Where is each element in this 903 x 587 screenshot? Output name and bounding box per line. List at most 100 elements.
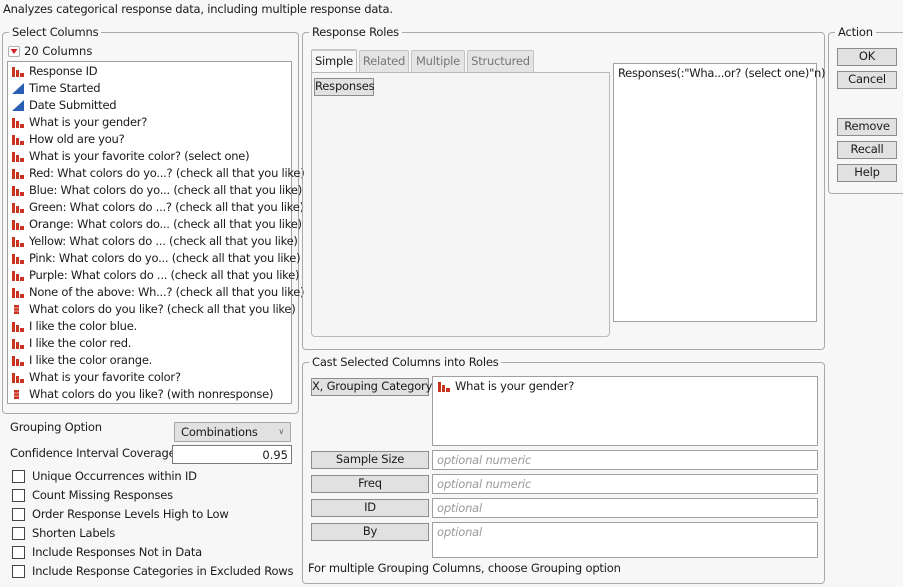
x-grouping-category-role-button[interactable]: X, Grouping Category <box>311 378 432 396</box>
checkbox-label: Count Missing Responses <box>32 488 173 502</box>
role-placeholder: optional <box>437 501 483 515</box>
column-list-item[interactable]: Blue: What colors do yo... (check all th… <box>8 182 302 199</box>
nominal-column-icon <box>11 354 25 367</box>
column-label: Pink: What colors do yo... (check all th… <box>29 251 301 265</box>
column-label: Red: What colors do yo...? (check all th… <box>29 166 305 180</box>
column-list-item[interactable]: Yellow: What colors do ... (check all th… <box>8 233 298 250</box>
response-roles-title: Response Roles <box>309 24 402 40</box>
disclosure-triangle-icon[interactable] <box>8 45 20 57</box>
responses-role-field[interactable]: Responses(:"Wha...or? (select one)"n) <box>613 63 826 322</box>
cancel-button[interactable]: Cancel <box>837 71 897 89</box>
sample-size-role-field[interactable]: optional numeric <box>432 450 818 470</box>
x-grouping-category-role-field[interactable]: What is your gender? <box>432 376 818 446</box>
checkbox-label: Shorten Labels <box>32 526 116 540</box>
column-label: Orange: What colors do... (check all tha… <box>29 217 302 231</box>
role-placeholder: optional numeric <box>437 453 532 467</box>
column-list-item[interactable]: Orange: What colors do... (check all tha… <box>8 216 302 233</box>
column-list[interactable]: Response ID Time Started Date Submitted Wha… <box>7 61 305 404</box>
column-label: How old are you? <box>29 132 125 146</box>
column-list-item[interactable]: What is your favorite color? (select one… <box>8 148 291 165</box>
tab-simple[interactable]: Simple <box>311 49 357 72</box>
column-label: What is your favorite color? <box>29 370 181 384</box>
nominal-column-icon <box>11 337 25 350</box>
responses-role-value: Responses(:"Wha...or? (select one)"n) <box>618 66 826 80</box>
role-placeholder: optional <box>437 525 483 539</box>
dialog-description: Analyzes categorical response data, incl… <box>3 2 393 16</box>
cast-roles-title: Cast Selected Columns into Roles <box>309 354 502 370</box>
column-list-item[interactable]: How old are you? <box>8 131 291 148</box>
multiple-response-column-icon <box>11 388 25 401</box>
option-checkbox-row[interactable]: Unique Occurrences within ID <box>12 468 197 484</box>
grouping-option-label: Grouping Option <box>10 420 102 434</box>
nominal-column-icon <box>11 133 25 146</box>
column-list-item[interactable]: What colors do you like? (check all that… <box>8 301 296 318</box>
tab-structured[interactable]: Structured <box>467 50 534 72</box>
checkbox-label: Unique Occurrences within ID <box>32 469 197 483</box>
column-label: I like the color blue. <box>29 319 137 333</box>
nominal-column-icon <box>11 235 25 248</box>
column-list-item[interactable]: Response ID <box>8 63 291 80</box>
sample-size-role-button[interactable]: Sample Size <box>311 451 429 469</box>
recall-button[interactable]: Recall <box>837 141 897 159</box>
ok-button[interactable]: OK <box>837 48 897 66</box>
column-list-item[interactable]: None of the above: Wh...? (check all tha… <box>8 284 305 301</box>
column-label: None of the above: Wh...? (check all tha… <box>29 285 305 299</box>
column-list-item[interactable]: I like the color blue. <box>8 318 291 335</box>
column-label: Yellow: What colors do ... (check all th… <box>29 234 298 248</box>
ci-coverage-input[interactable] <box>172 445 292 464</box>
nominal-column-icon <box>11 320 25 333</box>
grouping-option-select[interactable]: Combinations ∨ <box>174 422 291 442</box>
id-role-button[interactable]: ID <box>311 499 429 517</box>
select-columns-title: Select Columns <box>9 24 102 40</box>
freq-role-field[interactable]: optional numeric <box>432 474 818 494</box>
remove-button[interactable]: Remove <box>837 118 897 136</box>
nominal-column-icon <box>11 167 25 180</box>
column-list-item[interactable]: Date Submitted <box>8 97 291 114</box>
tab-related[interactable]: Related <box>359 50 409 72</box>
option-checkbox-row[interactable]: Include Response Categories in Excluded … <box>12 563 294 579</box>
checkbox[interactable] <box>12 488 25 502</box>
column-list-item[interactable]: I like the color orange. <box>8 352 291 369</box>
column-list-item[interactable]: What is your gender? <box>8 114 291 131</box>
checkbox[interactable] <box>12 526 25 540</box>
option-checkbox-row[interactable]: Order Response Levels High to Low <box>12 506 229 522</box>
checkbox[interactable] <box>12 469 25 483</box>
column-label: What is your favorite color? (select one… <box>29 149 250 163</box>
by-role-field[interactable]: optional <box>432 522 818 558</box>
option-checkbox-row[interactable]: Count Missing Responses <box>12 487 173 503</box>
responses-button[interactable]: Responses <box>314 78 375 96</box>
nominal-column-icon <box>11 371 25 384</box>
checkbox[interactable] <box>12 507 25 521</box>
nominal-column-icon <box>11 286 25 299</box>
column-list-item[interactable]: Purple: What colors do ... (check all th… <box>8 267 299 284</box>
column-label: What is your gender? <box>29 115 148 129</box>
checkbox-label: Order Response Levels High to Low <box>32 507 229 521</box>
column-list-item[interactable]: Time Started <box>8 80 291 97</box>
tab-multiple[interactable]: Multiple <box>411 50 465 72</box>
nominal-column-icon <box>11 116 25 129</box>
checkbox[interactable] <box>12 545 25 559</box>
nominal-column-icon <box>11 252 25 265</box>
help-button[interactable]: Help <box>837 164 897 182</box>
column-list-item[interactable]: What is your favorite color? <box>8 369 291 386</box>
by-role-button[interactable]: By <box>311 523 429 541</box>
column-label: Date Submitted <box>29 98 117 112</box>
column-list-item[interactable]: Green: What colors do ...? (check all th… <box>8 199 304 216</box>
id-role-field[interactable]: optional <box>432 498 818 518</box>
column-list-item[interactable]: I like the color red. <box>8 335 291 352</box>
column-list-item[interactable]: Pink: What colors do yo... (check all th… <box>8 250 301 267</box>
continuous-column-icon <box>11 99 25 112</box>
nominal-column-icon <box>11 269 25 282</box>
columns-count-label: 20 Columns <box>24 44 93 58</box>
column-list-item[interactable]: Red: What colors do yo...? (check all th… <box>8 165 305 182</box>
column-label: Purple: What colors do ... (check all th… <box>29 268 300 282</box>
option-checkbox-row[interactable]: Include Responses Not in Data <box>12 544 202 560</box>
freq-role-button[interactable]: Freq <box>311 475 429 493</box>
nominal-column-icon <box>11 65 25 78</box>
column-label: I like the color orange. <box>29 353 153 367</box>
checkbox[interactable] <box>12 564 25 578</box>
columns-count-toggle[interactable]: 20 Columns <box>8 44 92 58</box>
option-checkbox-row[interactable]: Shorten Labels <box>12 525 115 541</box>
multiple-response-column-icon <box>11 303 25 316</box>
column-list-item[interactable]: What colors do you like? (with nonrespon… <box>8 386 291 403</box>
